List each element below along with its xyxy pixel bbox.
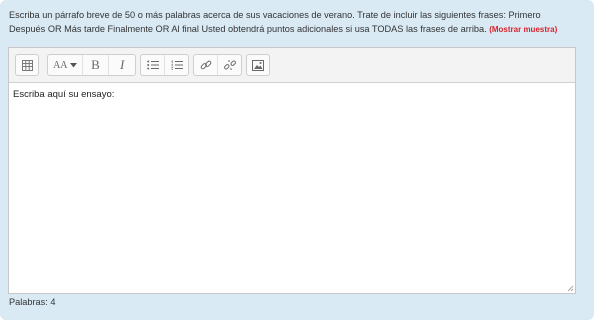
essay-editor: AA B I Escriba aquí su ensayo: [8,47,576,294]
toolbar-group-links [193,54,242,76]
toolbar-toggle-button[interactable] [16,55,38,75]
editor-toolbar: AA B I [9,48,575,83]
font-size-label: AA [53,59,68,71]
bold-icon: B [91,57,100,72]
font-size-button[interactable]: AA [48,55,82,75]
toolbar-group-media [246,54,270,76]
unordered-list-icon [146,60,159,70]
chevron-down-icon [69,62,77,67]
insert-image-button[interactable] [247,55,269,75]
toolbar-group-lists [140,54,189,76]
link-icon [200,60,211,70]
toolbar-group-toggle [15,54,39,76]
resize-handle-icon[interactable] [566,284,574,292]
word-count: Palabras: 4 [9,297,56,307]
toolbar-group-text: AA B I [47,54,136,76]
question-panel: Escriba un párrafo breve de 50 o más pal… [0,0,594,320]
ordered-list-icon [171,60,183,70]
image-icon [252,59,264,71]
font-size-icon: AA [53,60,67,71]
show-sample-link[interactable]: (Mostrar muestra) [489,25,557,34]
toolbar-toggle-icon [21,59,33,71]
essay-content: Escriba aquí su ensayo: [13,89,115,100]
unordered-list-button[interactable] [141,55,164,75]
essay-textarea[interactable]: Escriba aquí su ensayo: [9,83,575,295]
question-text: Escriba un párrafo breve de 50 o más pal… [9,10,541,34]
question-prompt: Escriba un párrafo breve de 50 o más pal… [9,8,579,37]
italic-button[interactable]: I [108,55,135,75]
ordered-list-button[interactable] [164,55,188,75]
bold-button[interactable]: B [81,55,109,75]
italic-icon: I [119,57,125,72]
unlink-button[interactable] [217,55,241,75]
unlink-icon [223,60,236,70]
link-button[interactable] [194,55,217,75]
